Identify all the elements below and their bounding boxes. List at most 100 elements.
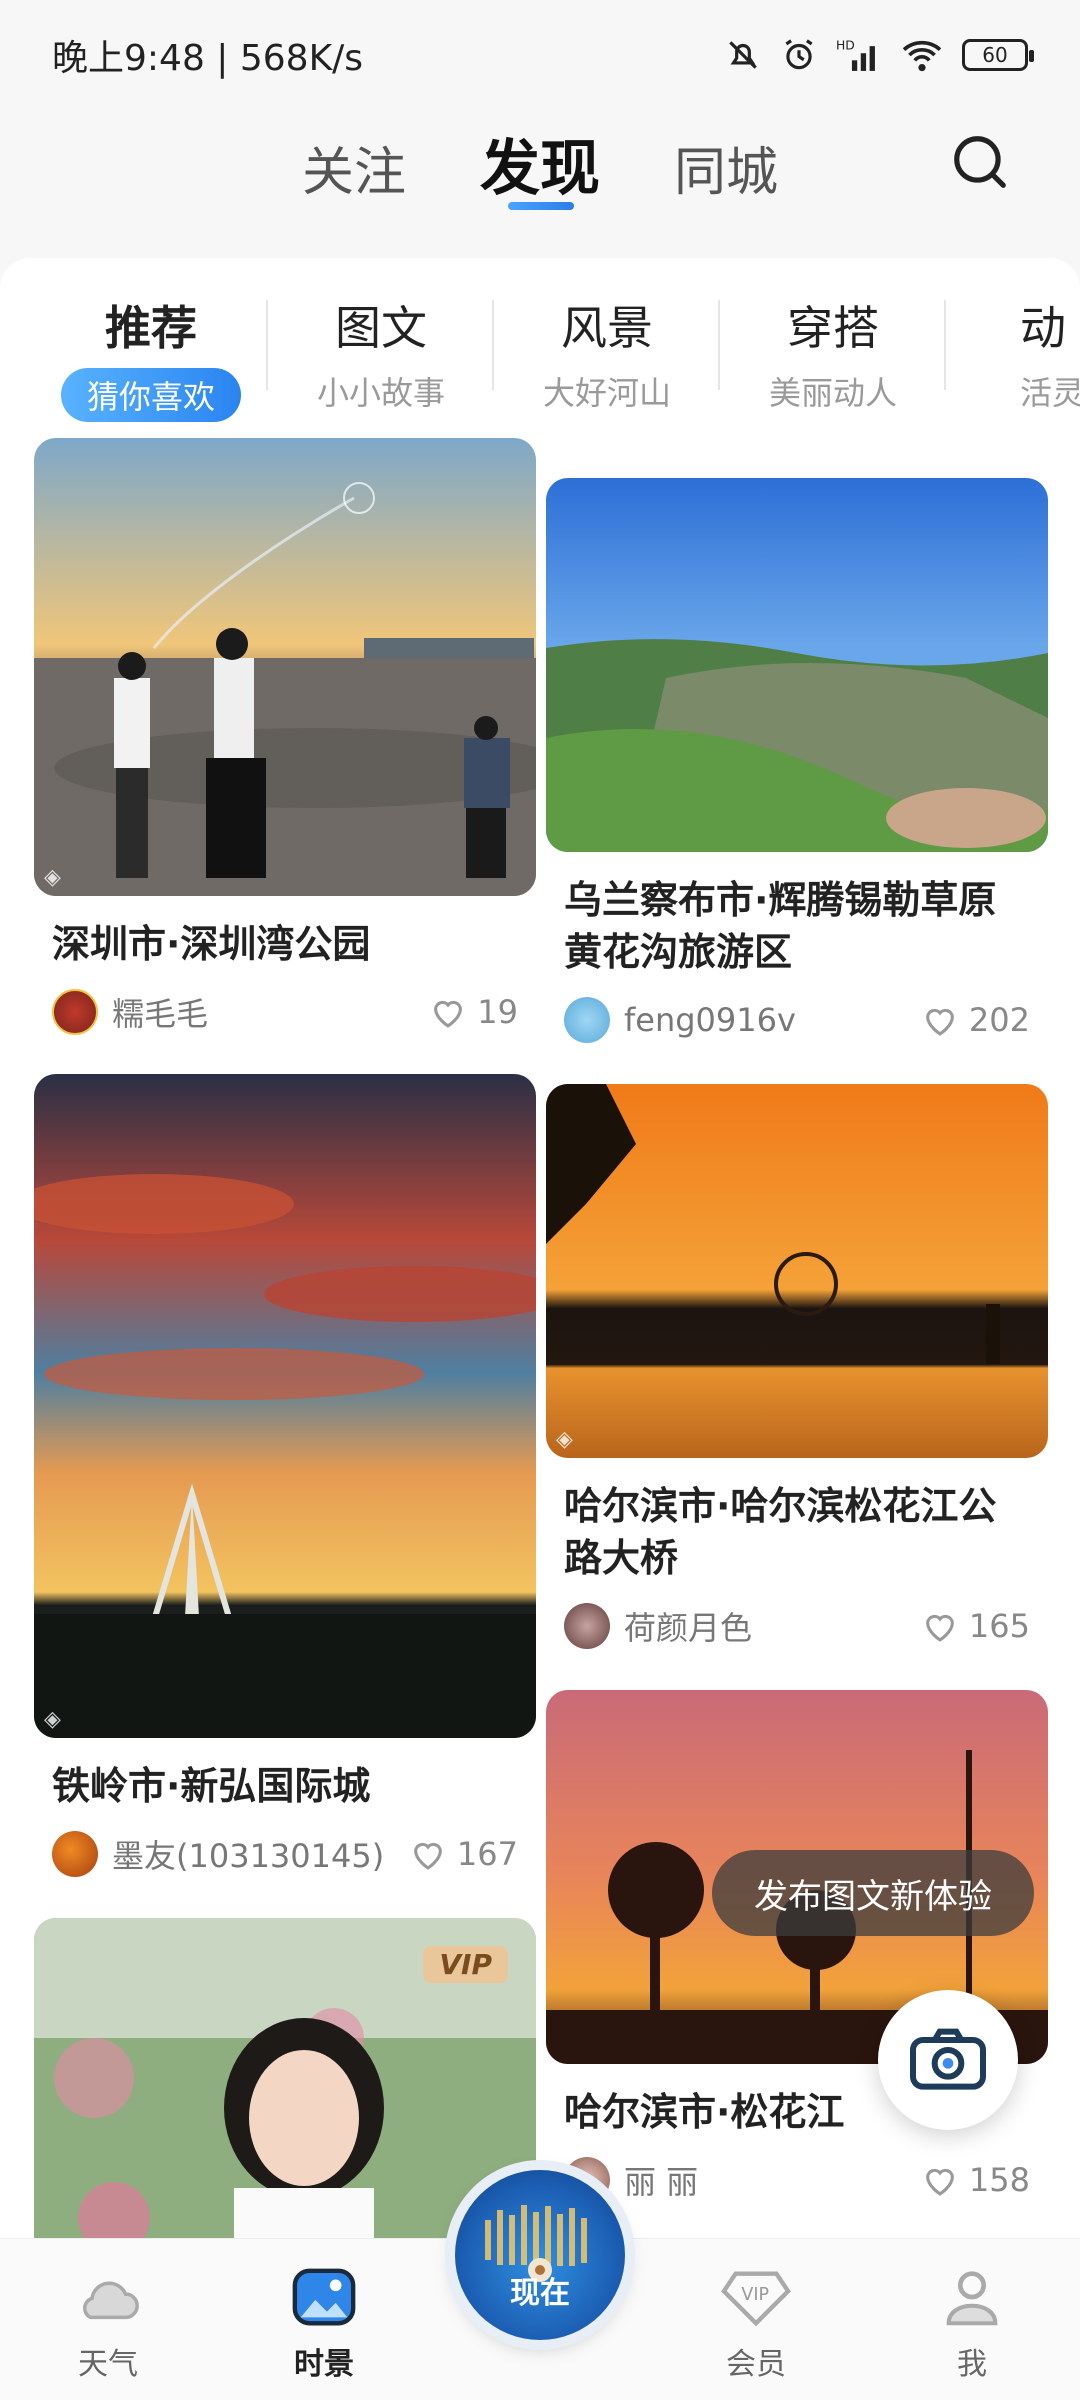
nav-scenery[interactable]: 时景	[264, 2267, 384, 2383]
feed-card[interactable]: ◈ 哈尔滨市·哈尔滨松花江公路大桥 荷颜月色 165	[546, 1084, 1048, 1654]
tab-discover[interactable]: 发现	[480, 120, 600, 207]
card-author[interactable]: 墨友(103130145)	[52, 1831, 384, 1877]
nav-label: 天气	[78, 2347, 138, 2382]
feature-mark-icon: ◈	[44, 865, 61, 890]
photo-feed[interactable]: ◈ 深圳市·深圳湾公园 糯毛毛 19 ◈ 铁岭市·新弘国际城 墨友(103130…	[0, 428, 1080, 2238]
feed-card[interactable]: 哈尔滨市·松花江 丽 丽 158	[546, 1690, 1048, 2208]
category-subtitle: 活灵	[1020, 374, 1080, 412]
category-graphic[interactable]: 图文 小小故事	[268, 292, 494, 414]
category-title: 动	[1020, 301, 1066, 355]
author-name: 糯毛毛	[112, 995, 209, 1033]
category-outfit[interactable]: 穿搭 美丽动人	[720, 292, 946, 414]
category-title: 推荐	[105, 301, 197, 355]
app-root: 晚上9:48 | 568K/s HD 60 关注 发现 同城 推荐 猜你喜欢 图…	[0, 0, 1080, 2400]
heart-icon	[926, 2168, 954, 2196]
feed-card[interactable]: 乌兰察布市·辉腾锡勒草原黄花沟旅游区 feng0916v 202	[546, 478, 1048, 1048]
feed-card[interactable]: ◈ 深圳市·深圳湾公园 糯毛毛 19	[34, 438, 536, 1040]
category-divider	[944, 300, 946, 390]
now-label: 现在	[510, 2276, 570, 2311]
sunset-tower-photo	[34, 1074, 536, 1738]
mute-bell-icon	[729, 41, 757, 69]
card-meta: 墨友(103130145) 167	[52, 1826, 518, 1882]
nav-weather[interactable]: 天气	[48, 2267, 168, 2383]
nav-label: 会员	[726, 2347, 786, 2382]
svg-text:VIP: VIP	[741, 2285, 769, 2305]
avatar	[564, 1603, 610, 1649]
like-button[interactable]: 202	[921, 1001, 1030, 1039]
cloud-icon	[83, 2281, 139, 2320]
nav-label: 时景	[294, 2347, 354, 2382]
like-button[interactable]: 19	[429, 993, 518, 1031]
category-subtitle: 小小故事	[316, 374, 445, 412]
category-bar: 推荐 猜你喜欢 图文 小小故事 风景 大好河山 穿搭 美丽动人 动 活灵	[0, 258, 1080, 428]
like-count: 202	[968, 1001, 1030, 1039]
now-center-button[interactable]: 现在	[455, 2170, 625, 2340]
like-count: 167	[456, 1835, 518, 1873]
river-sunset-photo	[546, 1084, 1048, 1458]
category-divider	[266, 300, 268, 390]
like-count: 19	[477, 993, 518, 1031]
card-photo[interactable]: ◈	[34, 438, 536, 896]
heart-icon	[434, 1000, 463, 1028]
heart-icon	[926, 1008, 954, 1036]
nav-label: 我	[957, 2347, 987, 2382]
card-title: 铁岭市·新弘国际城	[52, 1764, 371, 1808]
card-title: 乌兰察布市·辉腾锡勒草原黄花沟旅游区	[564, 878, 997, 974]
vip-badge: VIP	[423, 1946, 508, 1983]
status-icons: HD 60	[724, 36, 1034, 74]
like-count: 165	[968, 1607, 1030, 1645]
photo-icon	[292, 2268, 356, 2326]
category-scenery[interactable]: 风景 大好河山	[494, 292, 720, 414]
card-photo[interactable]: ◈	[34, 1074, 536, 1738]
card-meta: feng0916v 202	[564, 992, 1030, 1048]
like-button[interactable]: 165	[921, 1607, 1030, 1645]
like-button[interactable]: 158	[921, 2161, 1030, 2199]
top-tab-bar: 关注 发现 同城	[0, 110, 1080, 250]
search-icon	[954, 136, 1006, 188]
equalizer-icon	[485, 2205, 587, 2282]
camera-icon	[910, 2028, 986, 2090]
card-author[interactable]: feng0916v	[564, 997, 796, 1043]
card-meta: 荷颜月色 165	[564, 1598, 1030, 1654]
svg-text:HD: HD	[836, 39, 855, 53]
author-name: 荷颜月色	[624, 1609, 753, 1647]
category-partial[interactable]: 动 活灵	[946, 292, 1080, 414]
category-subtitle: 大好河山	[542, 374, 671, 412]
avatar	[52, 1831, 98, 1877]
heart-icon	[414, 1842, 442, 1870]
category-recommend[interactable]: 推荐 猜你喜欢	[38, 292, 264, 422]
category-divider	[492, 300, 494, 390]
person-icon	[946, 2271, 998, 2326]
card-meta: 丽 丽 158	[564, 2152, 1030, 2208]
feed-card[interactable]: ◈ 铁岭市·新弘国际城 墨友(103130145) 167	[34, 1074, 536, 1882]
card-author[interactable]: 糯毛毛	[52, 989, 208, 1035]
avatar	[564, 997, 610, 1043]
card-title: 哈尔滨市·哈尔滨松花江公路大桥	[564, 1484, 997, 1580]
nav-me[interactable]: 我	[912, 2267, 1032, 2383]
card-photo[interactable]: ◈	[546, 1084, 1048, 1458]
card-author[interactable]: 荷颜月色	[564, 1603, 752, 1649]
battery-indicator: 60	[962, 39, 1034, 71]
nav-vip[interactable]: VIP 会员	[696, 2267, 816, 2383]
card-photo[interactable]	[546, 478, 1048, 852]
author-name: 墨友(103130145)	[112, 1837, 385, 1875]
feature-mark-icon: ◈	[44, 1707, 61, 1732]
heart-icon	[926, 1614, 954, 1642]
vip-diamond-icon: VIP	[721, 2271, 791, 2327]
card-title: 深圳市·深圳湾公园	[52, 922, 371, 966]
alarm-icon	[785, 39, 813, 70]
category-subtitle: 猜你喜欢	[60, 368, 241, 422]
like-button[interactable]: 167	[409, 1835, 518, 1873]
feature-mark-icon: ◈	[556, 1427, 573, 1452]
camera-button[interactable]	[878, 1990, 1018, 2130]
publish-tip-toast[interactable]: 发布图文新体验	[712, 1850, 1034, 1936]
category-title: 图文	[335, 301, 427, 355]
category-subtitle: 美丽动人	[768, 374, 897, 412]
category-title: 穿搭	[787, 301, 879, 355]
status-time-speed: 晚上9:48 | 568K/s	[52, 38, 364, 79]
tab-local[interactable]: 同城	[674, 130, 778, 205]
tab-follow[interactable]: 关注	[302, 130, 406, 205]
wifi-icon	[902, 40, 942, 72]
search-button[interactable]	[940, 122, 1020, 202]
beach-photo	[34, 438, 536, 896]
